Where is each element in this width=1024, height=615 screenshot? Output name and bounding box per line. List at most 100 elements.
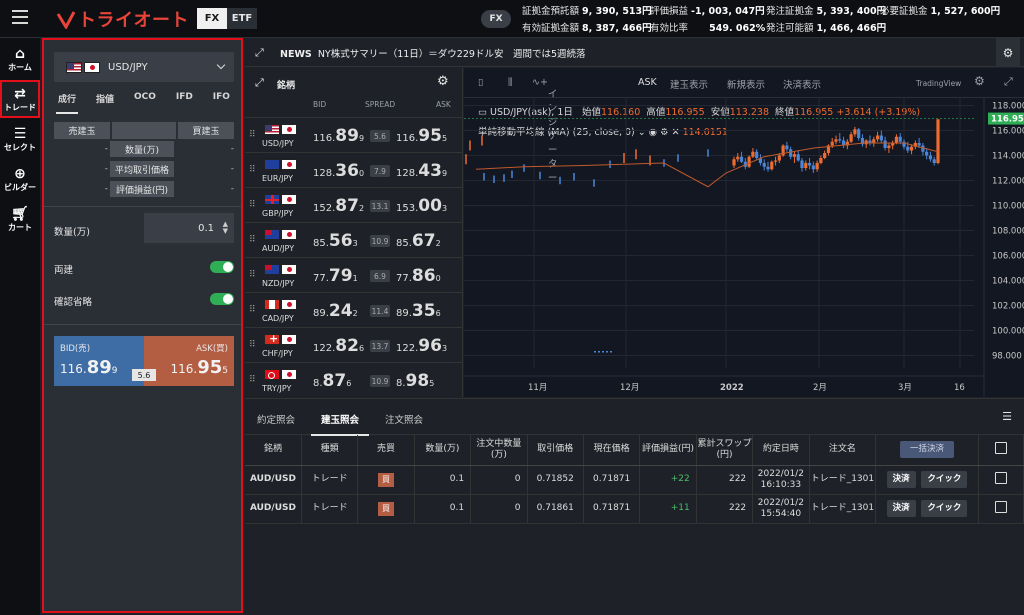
ask-button[interactable]: ASK [638, 77, 657, 88]
news-headline[interactable]: NEWS NY株式サマリー（11日）＝ダウ229ドル安 週間では5週続落 [280, 46, 586, 60]
show-positions-button[interactable]: 建玉表示 [670, 77, 708, 91]
tab-orders[interactable]: 注文照会 [385, 412, 423, 426]
row-checkbox[interactable] [994, 500, 1007, 513]
drag-handle-icon[interactable]: ⠿ [249, 130, 256, 140]
last-price-label: 116.955 [991, 115, 1024, 125]
rate-row[interactable]: ⠿ TRY/JPY 8.876 10.9 8.985 [245, 362, 463, 397]
drag-handle-icon[interactable]: ⠿ [249, 200, 256, 210]
drag-handle-icon[interactable]: ⠿ [249, 235, 256, 245]
tab-ifd[interactable]: IFD [172, 92, 197, 110]
rate-bid[interactable]: 77.791 [313, 266, 358, 286]
rate-ask[interactable]: 153.003 [396, 196, 447, 216]
rate-row[interactable]: ⠿ GBP/JPY 152.872 13.1 153.003 [245, 187, 463, 222]
skip-confirm-toggle[interactable] [210, 293, 234, 305]
rate-bid[interactable]: 8.876 [313, 371, 351, 391]
tab-limit[interactable]: 指値 [92, 92, 118, 110]
rate-spread: 13.7 [370, 340, 390, 352]
show-new-button[interactable]: 新規表示 [727, 77, 765, 91]
nav-select[interactable]: ☰ セレクト [0, 120, 40, 158]
buy-badge: 買 [378, 472, 395, 487]
drag-handle-icon[interactable]: ⠿ [249, 270, 256, 280]
filter-icon[interactable]: ☰ [1002, 410, 1012, 423]
bulk-settle-button[interactable]: 一括決済 [899, 441, 954, 459]
rate-ask[interactable]: 8.985 [396, 371, 434, 391]
rate-ask[interactable]: 77.860 [396, 266, 441, 286]
select-all-checkbox[interactable] [994, 441, 1007, 454]
y-tick-label: 104.000 [992, 277, 1024, 287]
rate-bid[interactable]: 122.826 [313, 336, 364, 356]
rate-bid[interactable]: 116.899 [313, 126, 364, 146]
row-checkbox[interactable] [994, 471, 1007, 484]
rate-row[interactable]: ⠿ CHF/JPY 122.826 13.7 122.963 [245, 327, 463, 362]
rate-bid[interactable]: 152.872 [313, 196, 364, 216]
quantity-stepper[interactable]: 0.1 ▲ ▼ [144, 213, 234, 243]
news-bar: ⤢ NEWS NY株式サマリー（11日）＝ダウ229ドル安 週間では5週続落 ⚙ [245, 38, 1024, 67]
hedge-toggle[interactable] [210, 261, 234, 273]
candle [925, 151, 929, 156]
rate-ask[interactable]: 85.672 [396, 231, 441, 251]
pair-flags [264, 124, 297, 136]
rate-row[interactable]: ⠿ USD/JPY 116.899 5.6 116.955 [245, 117, 463, 152]
buy-button[interactable]: ASK(買) 116.955 [144, 336, 234, 386]
logo[interactable]: トライオート [56, 7, 189, 31]
drag-handle-icon[interactable]: ⠿ [249, 340, 256, 350]
rate-row[interactable]: ⠿ CAD/JPY 89.242 11.4 89.356 [245, 292, 463, 327]
nav-cart[interactable]: 🛒︎ カート [0, 200, 40, 238]
drag-handle-icon[interactable]: ⠿ [249, 305, 256, 315]
gear-icon[interactable]: ⚙ [437, 74, 449, 89]
rate-bid[interactable]: 89.242 [313, 301, 358, 321]
gear-icon[interactable]: ⚙ [996, 38, 1020, 67]
nav-home[interactable]: ⌂ ホーム [0, 40, 40, 78]
tab-positions[interactable]: 建玉照会 [310, 412, 370, 436]
pair-select[interactable]: USD/JPY [54, 52, 234, 82]
chevron-down-icon [216, 60, 226, 70]
rate-row[interactable]: ⠿ EUR/JPY 128.360 7.9 128.439 [245, 152, 463, 187]
tab-market[interactable]: 成行 [54, 92, 80, 114]
sell-button[interactable]: BID(売) 116.899 [54, 336, 144, 386]
nav-trade[interactable]: ⇄ トレード [0, 80, 40, 118]
tab-executions[interactable]: 約定照会 [257, 412, 295, 426]
rate-ask[interactable]: 116.955 [396, 126, 447, 146]
settle-button[interactable]: 決済 [886, 471, 916, 488]
tab-ifo[interactable]: IFO [209, 92, 234, 110]
rate-symbol: TRY/JPY [262, 384, 292, 393]
rate-ask[interactable]: 128.439 [396, 161, 447, 181]
expand-icon[interactable]: ⤢ [255, 76, 264, 90]
menu-icon[interactable] [12, 10, 28, 24]
chart-gear-icon[interactable]: ⚙ [974, 74, 985, 88]
rate-ask[interactable]: 122.963 [396, 336, 447, 356]
rate-ask[interactable]: 89.356 [396, 301, 441, 321]
candle [755, 151, 759, 158]
nav-builder[interactable]: ⊕ ビルダー [0, 160, 40, 198]
indicator-button[interactable]: ∿+ インジケーター [532, 77, 557, 184]
price-chart: ▯ ⫼ ∿+ インジケーター ASK 建玉表示 新規表示 決済表示 Tradin… [464, 68, 1024, 397]
drag-handle-icon[interactable]: ⠿ [249, 165, 256, 175]
position-summary-header: 売建玉 買建玉 [54, 122, 234, 139]
divider [44, 324, 241, 325]
fullscreen-icon[interactable]: ⤢ [1004, 75, 1013, 89]
candle [815, 163, 819, 170]
chart-canvas[interactable]: 98.000 100.000 102.000 104.000 106.000 108.00… [464, 98, 1024, 397]
rate-row[interactable]: ⠿ NZD/JPY 77.791 6.9 77.860 [245, 257, 463, 292]
table-row: AUD/USD トレード買 0.1 0 0.71852 0.71871 +22 222 2022… [245, 465, 1024, 495]
tab-oco[interactable]: OCO [130, 92, 160, 110]
show-settle-button[interactable]: 決済表示 [783, 77, 821, 91]
calendar-icon[interactable]: ▯ [478, 77, 483, 88]
tab-etf[interactable]: ETF [227, 8, 257, 29]
candle [838, 139, 842, 141]
quick-settle-button[interactable]: クイック [921, 471, 968, 488]
tab-fx[interactable]: FX [197, 8, 227, 29]
rate-row[interactable]: ⠿ AUD/JPY 85.563 10.9 85.672 [245, 222, 463, 257]
drag-handle-icon[interactable]: ⠿ [249, 375, 256, 385]
settle-button[interactable]: 決済 [886, 500, 916, 517]
pair-flags [264, 229, 297, 241]
y-tick-label: 100.000 [992, 327, 1024, 337]
jp-flag-icon [84, 61, 100, 73]
quick-settle-button[interactable]: クイック [921, 500, 968, 517]
rate-bid[interactable]: 128.360 [313, 161, 364, 181]
candle-type-icon[interactable]: ⫼ [508, 77, 512, 88]
rate-bid[interactable]: 85.563 [313, 231, 358, 251]
rate-symbol: AUD/JPY [262, 244, 295, 253]
stepper-arrows-icon[interactable]: ▲ ▼ [223, 221, 228, 235]
expand-icon[interactable]: ⤢ [255, 46, 264, 60]
